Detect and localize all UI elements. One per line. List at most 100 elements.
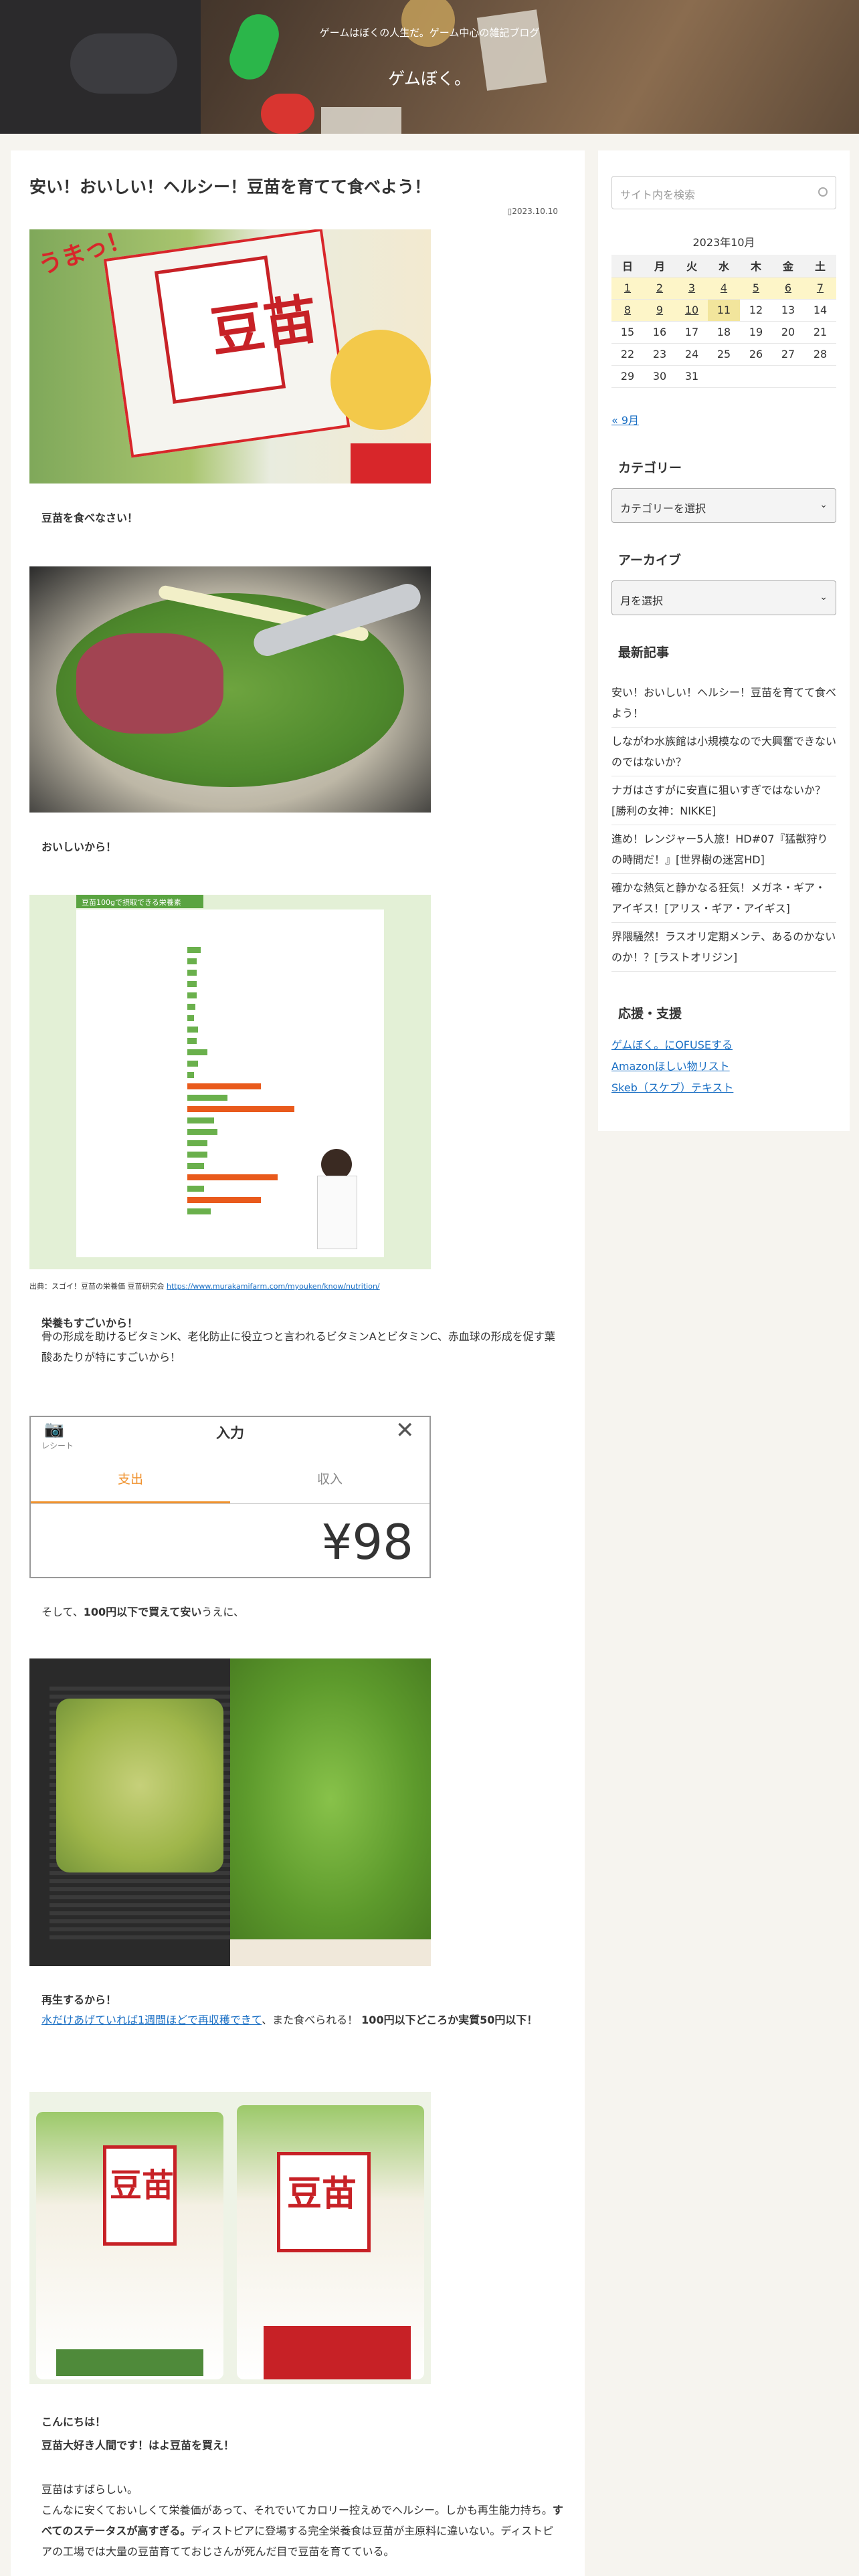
support-item: Skeb（スケブ）テキスト: [611, 1077, 836, 1099]
calendar-day: [740, 365, 772, 388]
nutrition-bar: [187, 992, 197, 998]
calendar-day: 19: [740, 321, 772, 344]
support-link[interactable]: Amazonほしい物リスト: [611, 1060, 730, 1073]
amount-value: ¥98: [321, 1514, 413, 1570]
calendar-weekday: 月: [644, 255, 676, 278]
nutrition-bar: [187, 1152, 207, 1158]
nutrition-bar: [187, 1197, 261, 1203]
calendar-weekday: 金: [772, 255, 804, 278]
calendar-day-link[interactable]: 8: [624, 304, 631, 316]
calendar-day[interactable]: 2: [644, 277, 676, 300]
recent-post-link[interactable]: 進め！レンジャー5人旅！HD#07『猛獣狩りの時間だ！』[世界樹の迷宮HD]: [611, 825, 836, 874]
nutrition-bar: [187, 958, 197, 964]
calendar-day[interactable]: 1: [611, 277, 644, 300]
greeting: こんにちは！: [41, 2416, 106, 2428]
source-link[interactable]: https://www.murakamifarm.com/myouken/kno…: [167, 1282, 380, 1291]
calendar-day: [772, 365, 804, 388]
recent-post-link[interactable]: しながわ水族館は小規模なので大興奮できないのではないか？: [611, 728, 836, 776]
calendar-day-link[interactable]: 7: [817, 282, 824, 294]
calendar-day-link[interactable]: 5: [753, 282, 759, 294]
regrow-text: 水だけあげていれば1週間ほどで再収穫できて、また食べられる！ 100円以下どころ…: [41, 2014, 538, 2026]
caption: おいしいから！: [41, 841, 117, 853]
love-line: 豆苗大好き人間です！はよ豆苗を買え！: [41, 2439, 235, 2452]
regrow-link[interactable]: 水だけあげていれば1週間ほどで再収穫できて: [41, 2014, 262, 2026]
support-item: Amazonほしい物リスト: [611, 1056, 836, 1077]
calendar-day-link[interactable]: 10: [685, 304, 698, 316]
recent-posts-list: 安い！おいしい！ヘルシー！豆苗を育てて食べよう！ しながわ水族館は小規模なので大興…: [611, 679, 836, 972]
calendar-day-link[interactable]: 6: [785, 282, 791, 294]
calendar-day[interactable]: 10: [676, 299, 708, 322]
category-select[interactable]: カテゴリーを選択 ⌄: [611, 488, 836, 523]
close-icon: ✕: [395, 1417, 415, 1444]
archive-title: アーカイブ: [618, 553, 681, 568]
search-input[interactable]: サイト内を検索: [611, 176, 836, 209]
para-2: こんなに安くておいしくて栄養価があって、それでいてカロリー控えめでヘルシー。しか…: [41, 2504, 563, 2558]
calendar-day: 18: [708, 321, 740, 344]
recent-title: 最新記事: [618, 645, 670, 660]
nutrition-bar: [187, 1015, 194, 1021]
calendar-day: 16: [644, 321, 676, 344]
site-title[interactable]: ゲムぼく。: [0, 66, 859, 90]
post-title: 安い！おいしい！ヘルシー！豆苗を育てて食べよう！: [29, 177, 432, 197]
calendar-day: 31: [676, 365, 708, 388]
support-link[interactable]: Skeb（スケブ）テキスト: [611, 1081, 733, 1094]
calendar-day-link[interactable]: 3: [688, 282, 695, 294]
nutrition-bar: [187, 970, 197, 976]
nutrition-bar: [187, 1004, 195, 1010]
archive-select[interactable]: 月を選択 ⌄: [611, 580, 836, 615]
main-article: 安い！おいしい！ヘルシー！豆苗を育てて食べよう！ ▯2023.10.10 豆苗 …: [11, 150, 585, 2576]
calendar: 日月火水木金土 1 2 3 4 5 6 7 8 9 10 11 12 13 14 15 16 17 18 19 20 21…: [611, 255, 836, 388]
nutrition-bar: [187, 1174, 278, 1180]
calendar-day: 22: [611, 343, 644, 366]
recent-post-link[interactable]: 安い！おいしい！ヘルシー！豆苗を育てて食べよう！: [611, 679, 836, 728]
doumyou-package-photo: 豆苗 うまっ！: [29, 229, 431, 484]
calendar-day-link[interactable]: 9: [656, 304, 663, 316]
nutrition-bar: [187, 1117, 214, 1123]
calendar-day[interactable]: 7: [804, 277, 836, 300]
site-description: ゲームはぼくの人生だ。ゲーム中心の雑記ブログ: [319, 27, 540, 39]
recent-post-link[interactable]: 確かな熱気と静かなる狂気！メガネ・ギア・アイギス！[アリス・ギア・アイギス]: [611, 874, 836, 923]
support-link[interactable]: ゲムぼく。にOFUSEする: [611, 1039, 733, 1051]
nutrition-chart-title: 豆苗100gで摂取できる栄養素: [76, 895, 203, 908]
nutrition-bar: [187, 1027, 198, 1033]
search-icon[interactable]: [818, 187, 828, 197]
calendar-day: 14: [804, 299, 836, 322]
calendar-day[interactable]: 3: [676, 277, 708, 300]
support-item: ゲムぼく。にOFUSEする: [611, 1035, 836, 1056]
nutrition-bar: [187, 981, 197, 987]
recent-post-link[interactable]: ナガはさすがに安直に狙いすぎではないか？[勝利の女神：NIKKE]: [611, 776, 836, 825]
calendar-day-link[interactable]: 1: [624, 282, 631, 294]
nutrition-text: 骨の形成を助けるビタミンK、老化防止に役立つと言われるビタミンAとビタミンC、赤…: [41, 1330, 555, 1364]
calendar-day: 29: [611, 365, 644, 388]
calendar-day[interactable]: 5: [740, 277, 772, 300]
calendar-day-link[interactable]: 4: [721, 282, 727, 294]
expense-app-screenshot: 📷 レシート 入力 ✕ 支出 収入 ¥98: [29, 1416, 431, 1578]
calendar-day: 20: [772, 321, 804, 344]
calendar-day[interactable]: 6: [772, 277, 804, 300]
nutrition-bar: [187, 1083, 261, 1089]
sidebar: サイト内を検索 2023年10月 日月火水木金土 1 2 3 4 5 6 7 8 9 10 11 12 1…: [598, 150, 850, 1131]
calendar-weekday: 日: [611, 255, 644, 278]
support-links: ゲムぼく。にOFUSEする Amazonほしい物リスト Skeb（スケブ）テキスト: [611, 1035, 836, 1099]
nutrition-bar: [187, 1186, 204, 1192]
nutrition-bar: [187, 1049, 207, 1055]
calendar-weekday: 土: [804, 255, 836, 278]
nutrition-chart-image: 豆苗100gで摂取できる栄養素: [29, 895, 431, 1269]
nutrition-bar: [187, 1208, 211, 1214]
calendar-day-link[interactable]: 2: [656, 282, 663, 294]
calendar-caption: 2023年10月: [692, 236, 755, 249]
calendar-day[interactable]: 9: [644, 299, 676, 322]
calendar-prev-link[interactable]: « 9月: [611, 411, 639, 427]
calendar-day[interactable]: 8: [611, 299, 644, 322]
calendar-day: 15: [611, 321, 644, 344]
tab-expense: 支出: [117, 1472, 143, 1487]
calendar-day[interactable]: 4: [708, 277, 740, 300]
calendar-day: [708, 365, 740, 388]
regrow-photo: [29, 1658, 431, 1966]
site-header: ゲームはぼくの人生だ。ゲーム中心の雑記ブログ ゲムぼく。: [0, 0, 859, 134]
recent-post-link[interactable]: 界隈騒然！ラスオリ定期メンテ、あるのかないのか！？[ラストオリジン]: [611, 923, 836, 972]
calendar-day: 11: [708, 299, 740, 322]
app-title: 入力: [216, 1425, 244, 1441]
calendar-day: 27: [772, 343, 804, 366]
nutrition-bar: [187, 1072, 194, 1078]
